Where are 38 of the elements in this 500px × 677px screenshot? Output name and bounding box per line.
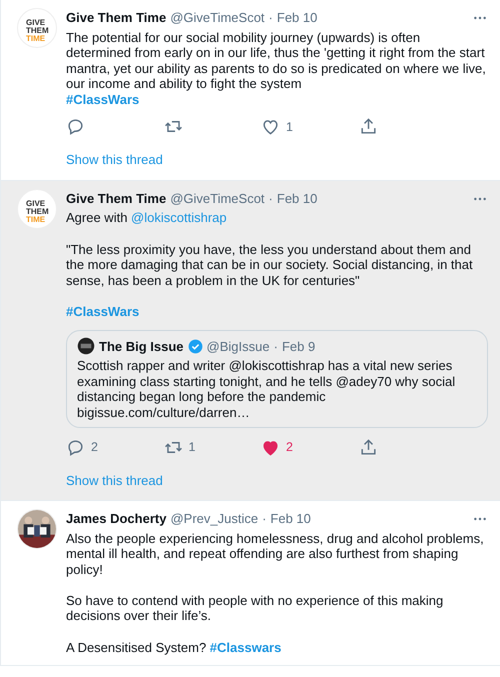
show-thread-link[interactable]: Show this thread	[66, 150, 163, 170]
share-icon[interactable]	[358, 438, 378, 456]
separator-dot: ·	[268, 9, 273, 27]
like-count: 1	[286, 118, 293, 136]
author-name[interactable]: Give Them Time	[66, 8, 166, 28]
avatar-logo: GIVE THEM TIME	[17, 8, 57, 48]
reply-icon[interactable]	[66, 117, 85, 136]
tweet-date[interactable]: Feb 10	[276, 8, 318, 28]
show-thread-link[interactable]: Show this thread	[66, 470, 163, 490]
tweet-text: Also the people experiencing homelessness, drug and alcohol problems, mental ill health, and repeat offending are also furthest from shaping policy! So have to contend with people with no experience of this making decisions over their life’s. A Desensitised System? #Classwars	[66, 530, 485, 656]
reply-count: 2	[91, 438, 98, 456]
mention-link[interactable]: @lokiscottishrap	[131, 210, 227, 226]
quoted-tweet-card[interactable]	[66, 330, 488, 428]
author-name[interactable]: The Big Issue	[99, 336, 184, 356]
retweet-count: 1	[188, 438, 196, 456]
author-name[interactable]: Give Them Time	[66, 188, 166, 208]
tweet-date[interactable]: Feb 10	[270, 509, 311, 528]
reply-icon[interactable]	[66, 438, 85, 456]
separator-dot: ·	[268, 190, 273, 208]
author-handle[interactable]: @GiveTimeScot	[170, 188, 265, 208]
separator-dot: ·	[274, 338, 278, 356]
avatar-icon	[77, 337, 95, 356]
hashtag-link[interactable]: #ClassWars	[66, 304, 140, 320]
tweet-text: The potential for our social mobility journey (upwards) is often determined from early on in our life, thus the 'getting it right from the start mantra, yet our ability as parents to do so is predicated on where we live, our income and ability to fight the system #ClassWars	[66, 30, 487, 108]
hashtag-link[interactable]: #Classwars	[210, 640, 282, 655]
avatar-logo: GIVE THEM TIME	[17, 188, 57, 229]
author-name[interactable]: James Docherty	[66, 509, 166, 528]
tweet-date[interactable]: Feb 9	[282, 336, 316, 356]
author-handle[interactable]: @Prev_Justice	[170, 509, 258, 528]
like-count: 2	[286, 438, 293, 456]
separator-dot: ·	[262, 510, 266, 528]
author-handle[interactable]: @BigIssue	[206, 336, 270, 356]
tweet-text: Agree with @lokiscottishrap "The less proximity you have, the less you understand about them and the more damaging that can be in our society. Social distancing, in that sense, has been a problem in the UK for centuries" #ClassWars	[66, 210, 474, 320]
tweet-date[interactable]: Feb 10	[276, 188, 318, 208]
hashtag-link[interactable]: #ClassWars	[66, 92, 140, 107]
author-handle[interactable]: @GiveTimeScot	[170, 8, 265, 28]
share-icon[interactable]	[358, 117, 378, 136]
quoted-tweet-text: Scottish rapper and writer @lokiscottishrap has a vital new series examining class starting tonight, and he tells @adey70 why social distancing began long before the pandemic bigissue.com/culture/darren…	[77, 358, 456, 420]
